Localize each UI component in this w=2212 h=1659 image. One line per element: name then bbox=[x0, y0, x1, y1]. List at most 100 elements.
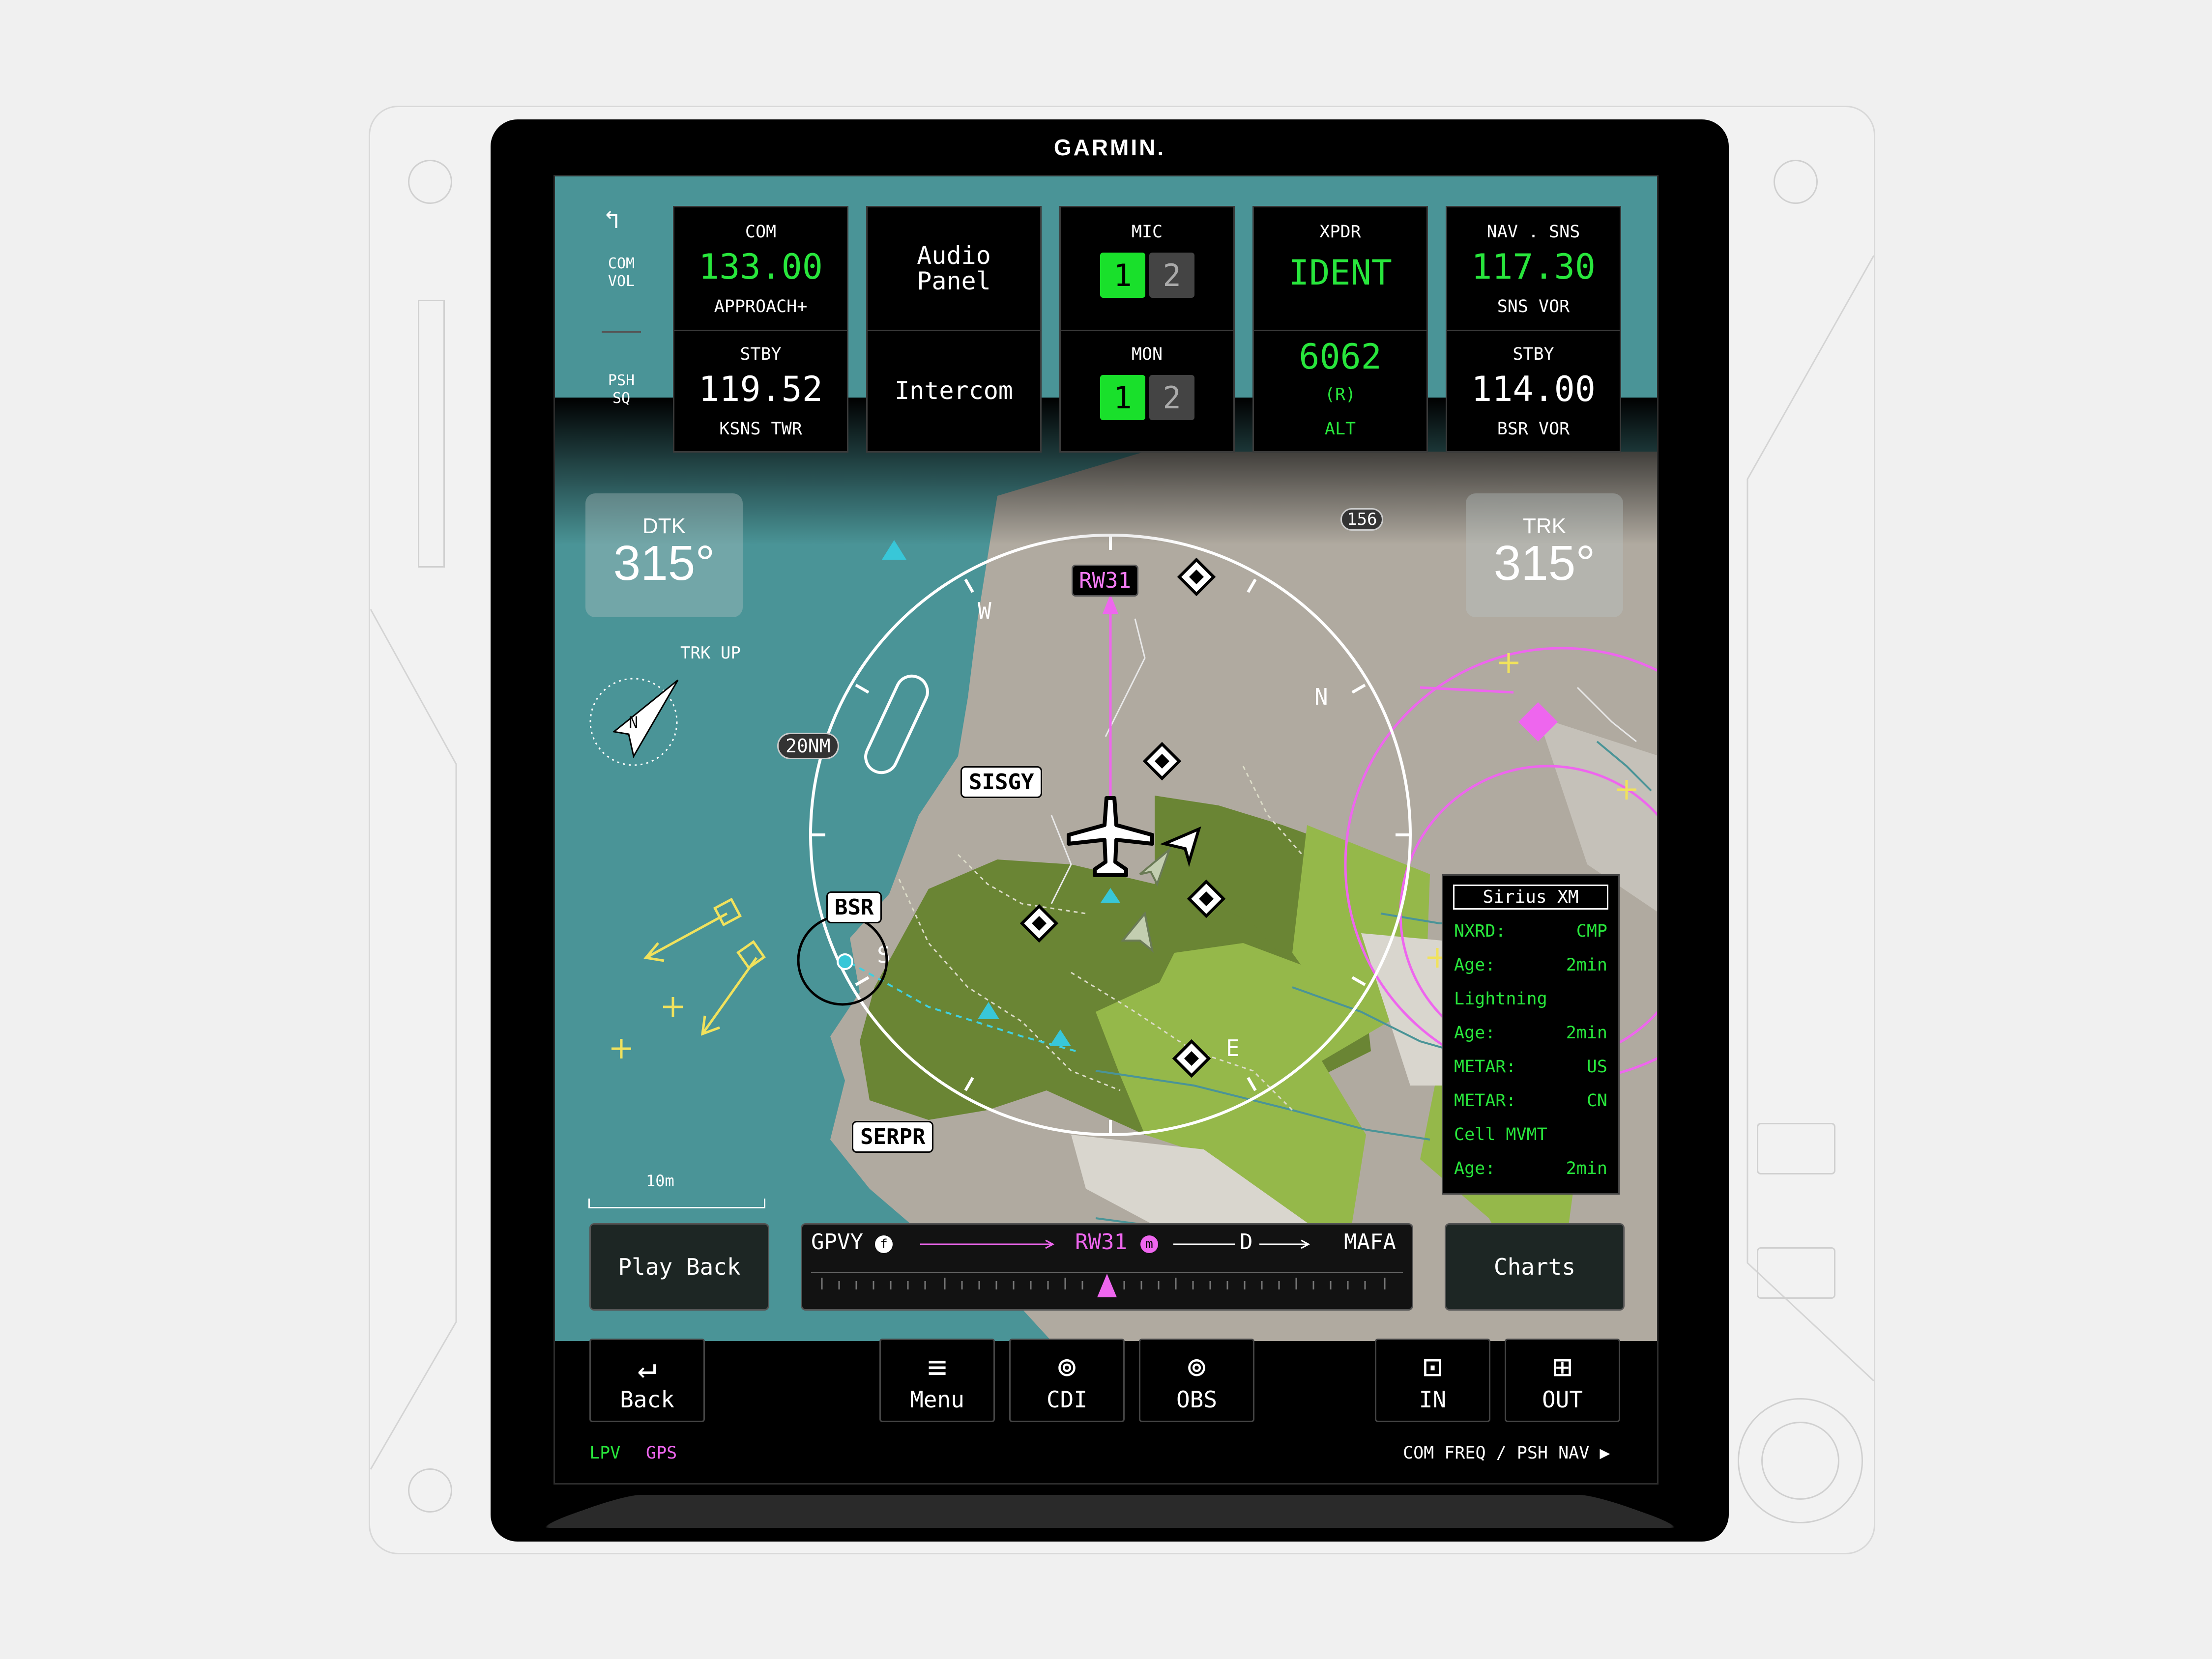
zoom-out-softkey[interactable]: ⊞ OUT bbox=[1505, 1339, 1620, 1422]
nav-stby-label: STBY bbox=[1513, 344, 1554, 364]
xpdr-reply: (R) bbox=[1324, 385, 1356, 404]
back-arrow-icon: ↰ bbox=[604, 205, 620, 234]
mic-label: MIC bbox=[1131, 222, 1163, 242]
sirius-row: Age: 2min bbox=[1454, 955, 1607, 975]
dtk-label: DTK bbox=[642, 514, 686, 538]
obs-label: OBS bbox=[1176, 1386, 1218, 1413]
obs-softkey[interactable]: ⊚ OBS bbox=[1139, 1339, 1254, 1422]
cdi-softkey[interactable]: ⊚ CDI bbox=[1009, 1339, 1125, 1422]
mic-mon-box[interactable]: MIC 1 2 MON 1 2 bbox=[1059, 206, 1235, 453]
compass-n: N bbox=[1314, 684, 1328, 710]
com-radio-box[interactable]: COM 133.00 APPROACH+ STBY 119.52 KSNS TW… bbox=[673, 206, 848, 453]
xpdr-box[interactable]: XPDR IDENT 6062 (R) ALT bbox=[1252, 206, 1428, 453]
map-scale-label: 10m bbox=[646, 1172, 674, 1190]
menu-icon: ≡ bbox=[927, 1348, 947, 1386]
zoom-in-icon: ⊡ bbox=[1423, 1348, 1443, 1386]
sirius-row: METAR: CN bbox=[1454, 1091, 1607, 1111]
trk-box: TRK 315° bbox=[1466, 493, 1623, 617]
screw bbox=[408, 160, 452, 204]
mic-ch2-button[interactable]: 2 bbox=[1149, 253, 1194, 298]
mon-ch1-button[interactable]: 1 bbox=[1100, 375, 1145, 420]
cdi-label: CDI bbox=[1046, 1386, 1088, 1413]
flightplan-bar[interactable]: GPVY f RW31 m D MAFA bbox=[801, 1223, 1413, 1311]
com-label: COM bbox=[745, 222, 777, 242]
side-button[interactable] bbox=[1757, 1123, 1835, 1174]
back-softkey[interactable]: ↵ Back bbox=[589, 1339, 705, 1422]
play-back-button[interactable]: Play Back bbox=[589, 1223, 769, 1311]
sirius-row: NXRD: CMP bbox=[1454, 921, 1607, 941]
waypoint-sisgy[interactable]: SISGY bbox=[960, 766, 1043, 798]
sirius-row: Lightning bbox=[1454, 989, 1547, 1009]
nav-active-freq: 117.30 bbox=[1471, 247, 1596, 287]
mon-label: MON bbox=[1131, 344, 1163, 364]
mic-ch1-button[interactable]: 1 bbox=[1100, 253, 1145, 298]
sirius-xm-panel: Sirius XM NXRD: CMP Age: 2min Lightning Ag… bbox=[1442, 874, 1620, 1195]
menu-label: Menu bbox=[910, 1386, 964, 1413]
cdi-icon: ⊚ bbox=[1057, 1348, 1077, 1386]
screw bbox=[1774, 160, 1818, 204]
zoom-out-label: OUT bbox=[1542, 1386, 1583, 1413]
nav-label: NAV . SNS bbox=[1486, 222, 1580, 242]
waypoint-serpr[interactable]: SERPR bbox=[852, 1121, 934, 1153]
com-standby[interactable]: STBY 119.52 KSNS TWR bbox=[674, 330, 847, 452]
com-active-name: APPROACH+ bbox=[714, 297, 808, 316]
sirius-row: Age: 2min bbox=[1454, 1159, 1607, 1178]
com-vol-knob-label: COM VOL bbox=[608, 255, 635, 290]
menu-softkey[interactable]: ≡ Menu bbox=[879, 1339, 995, 1422]
xpdr-ident: IDENT bbox=[1288, 253, 1392, 293]
audio-box[interactable]: Audio Panel Intercom bbox=[866, 206, 1042, 453]
fpl-next: D bbox=[1240, 1230, 1253, 1255]
com-active-freq: 133.00 bbox=[699, 247, 823, 287]
xpdr-code-button[interactable]: 6062 (R) ALT bbox=[1254, 330, 1426, 452]
range-ring-label: 20NM bbox=[777, 733, 839, 759]
card-slot bbox=[533, 1495, 1687, 1528]
back-icon: ↵ bbox=[637, 1348, 657, 1386]
xpdr-ident-button[interactable]: XPDR IDENT bbox=[1254, 207, 1426, 331]
knob-hint: COM FREQ / PSH NAV ▶ bbox=[1403, 1443, 1610, 1463]
compass-e: E bbox=[1226, 1035, 1240, 1061]
com-stby-freq: 119.52 bbox=[699, 369, 823, 409]
nav-stby-freq: 114.00 bbox=[1471, 369, 1596, 409]
sirius-title: Sirius XM bbox=[1453, 885, 1608, 910]
nav-active-name: SNS VOR bbox=[1497, 297, 1570, 316]
nav-radio-box[interactable]: NAV . SNS 117.30 SNS VOR STBY 114.00 BSR… bbox=[1446, 206, 1621, 453]
brand-logo: GARMIN. bbox=[1053, 135, 1166, 160]
com-active[interactable]: COM 133.00 APPROACH+ bbox=[674, 207, 847, 331]
dtk-value: 315° bbox=[613, 536, 715, 591]
fpl-to: MAFA bbox=[1344, 1230, 1396, 1255]
audio-panel-button[interactable]: Audio Panel bbox=[868, 207, 1040, 331]
sirius-row: Age: 2min bbox=[1454, 1023, 1607, 1043]
charts-button[interactable]: Charts bbox=[1445, 1223, 1625, 1311]
side-divider bbox=[602, 331, 641, 333]
zoom-in-softkey[interactable]: ⊡ IN bbox=[1375, 1339, 1490, 1422]
compass-w: W bbox=[978, 598, 991, 624]
gps-annunciator: GPS bbox=[646, 1443, 677, 1463]
trk-up-label: TRK UP bbox=[680, 643, 741, 663]
compass-rose-n: N bbox=[629, 713, 638, 732]
sirius-row: METAR: US bbox=[1454, 1057, 1607, 1077]
waypoint-bsr[interactable]: BSR bbox=[826, 891, 882, 923]
map-scale-bar bbox=[588, 1199, 765, 1208]
com-stby-name: KSNS TWR bbox=[719, 419, 802, 439]
dtk-box: DTK 315° bbox=[585, 493, 743, 617]
xpdr-mode: ALT bbox=[1324, 419, 1356, 439]
nav-active[interactable]: NAV . SNS 117.30 SNS VOR bbox=[1447, 207, 1620, 331]
trk-value: 315° bbox=[1493, 536, 1596, 591]
trk-label: TRK bbox=[1523, 514, 1566, 538]
mon-section[interactable]: MON 1 2 bbox=[1061, 330, 1233, 452]
nav-standby[interactable]: STBY 114.00 BSR VOR bbox=[1447, 330, 1620, 452]
mon-ch2-button[interactable]: 2 bbox=[1149, 375, 1194, 420]
top-strip: ↰ COM VOL PSH SQ COM 133.00 APPROACH+ ST… bbox=[555, 176, 1657, 459]
mic-section[interactable]: MIC 1 2 bbox=[1061, 207, 1233, 331]
altitude-tag: 156 bbox=[1340, 508, 1384, 531]
gtn-device: GARMIN. W N E S N ↰ COM VOL PSH SQ COM 1… bbox=[491, 119, 1729, 1542]
back-label: Back bbox=[620, 1386, 674, 1413]
intercom-button[interactable]: Intercom bbox=[868, 330, 1040, 452]
xpdr-code: 6062 bbox=[1299, 337, 1382, 377]
fpl-active-leg: RW31 bbox=[1075, 1230, 1127, 1255]
zoom-out-icon: ⊞ bbox=[1552, 1348, 1572, 1386]
screw bbox=[408, 1468, 452, 1513]
knob-inner[interactable] bbox=[1761, 1422, 1839, 1500]
side-button[interactable] bbox=[1757, 1247, 1835, 1299]
waypoint-rw31[interactable]: RW31 bbox=[1072, 565, 1138, 597]
